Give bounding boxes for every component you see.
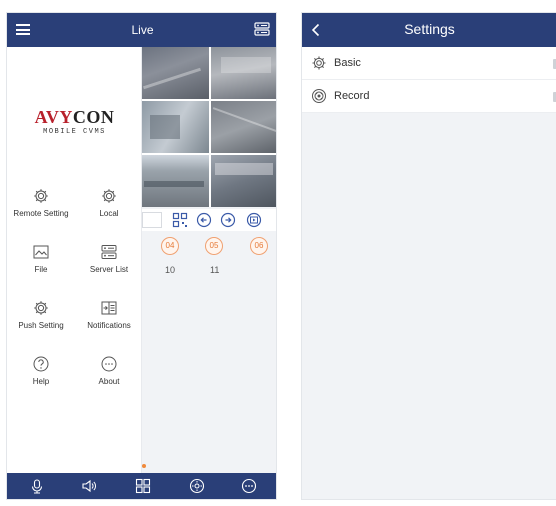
camera-feed[interactable] [211, 155, 276, 207]
playback-icon[interactable] [246, 212, 262, 228]
live-title: Live [131, 23, 154, 37]
screenshot-root: Live 04 05 06 10 11 AVYCON MOBILE CVMS R… [0, 0, 556, 506]
menu-item-server-list[interactable]: Server List [77, 243, 141, 274]
settings-screen: Settings Basic Record [301, 12, 556, 500]
settings-item-label: Record [334, 90, 370, 102]
menu-item-label: File [34, 265, 48, 274]
video-grid [142, 47, 276, 207]
settings-item-label: Basic [334, 57, 361, 69]
settings-list: Basic Record [302, 47, 556, 113]
page-indicator-dot [142, 464, 146, 468]
more-icon[interactable] [241, 478, 257, 494]
menu-item-local[interactable]: Local [77, 187, 141, 218]
menu-item-push-setting[interactable]: Push Setting [9, 299, 73, 330]
about-icon [101, 356, 117, 372]
menu-item-label: Help [32, 377, 50, 386]
menu-item-notifications[interactable]: Notifications [77, 299, 141, 330]
menu-item-about[interactable]: About [77, 355, 141, 386]
gear-icon [102, 189, 116, 203]
menu-item-label: Push Setting [18, 321, 64, 330]
channel-number-row: 10 11 [142, 265, 276, 279]
settings-header: Settings [302, 13, 556, 47]
camera-feed[interactable] [142, 155, 209, 207]
camera-feed[interactable] [142, 47, 209, 99]
menu-item-remote-setting[interactable]: Remote Setting [9, 187, 73, 218]
logo-subtitle: MOBILE CVMS [43, 128, 106, 136]
camera-feed[interactable] [142, 101, 209, 153]
arrow-left-icon[interactable] [196, 212, 212, 228]
channel-number: 10 [165, 265, 176, 275]
ptz-toolbar [142, 209, 276, 231]
gear-icon [312, 56, 326, 70]
ptz-icon[interactable] [189, 478, 205, 494]
menu-item-help[interactable]: Help [9, 355, 73, 386]
settings-item-basic[interactable]: Basic [302, 47, 556, 80]
channel-badge[interactable]: 06 [250, 237, 268, 255]
channel-number: 11 [210, 265, 220, 275]
channel-row: 04 05 06 [142, 235, 276, 257]
arrow-right-icon[interactable] [220, 212, 236, 228]
server-list-icon[interactable] [254, 21, 270, 37]
live-header: Live [7, 13, 276, 47]
bottom-toolbar [7, 473, 276, 499]
microphone-icon[interactable] [29, 478, 45, 494]
live-screen: Live 04 05 06 10 11 AVYCON MOBILE CVMS R… [6, 12, 277, 500]
image-file-icon [33, 245, 49, 259]
grid-layout-icon[interactable] [135, 478, 151, 494]
menu-item-label: Local [99, 209, 119, 218]
logo-mark: AVYCON [7, 107, 142, 128]
speaker-icon[interactable] [81, 478, 97, 494]
camera-feed[interactable] [211, 101, 276, 153]
avycon-logo: AVYCON MOBILE CVMS [7, 107, 142, 136]
settings-item-record[interactable]: Record [302, 80, 556, 113]
server-list-icon [101, 245, 117, 259]
notifications-icon [101, 301, 117, 315]
menu-item-file[interactable]: File [9, 243, 73, 274]
help-icon [33, 356, 49, 372]
qr-code-icon[interactable] [172, 212, 188, 228]
channel-badge[interactable]: 05 [205, 237, 223, 255]
gear-icon [34, 301, 48, 315]
record-icon [312, 89, 326, 103]
menu-item-label: Notifications [87, 321, 131, 330]
channel-badge[interactable]: 04 [161, 237, 179, 255]
settings-title: Settings [404, 21, 455, 37]
preset-input[interactable] [142, 212, 162, 228]
logo-brand-suffix: CON [72, 107, 115, 127]
gear-icon [34, 189, 48, 203]
logo-brand-prefix: AVY [34, 107, 73, 127]
side-drawer: AVYCON MOBILE CVMS Remote Setting Local … [7, 47, 142, 475]
menu-item-label: Remote Setting [13, 209, 69, 218]
menu-item-label: About [98, 377, 120, 386]
camera-feed[interactable] [211, 47, 276, 99]
menu-item-label: Server List [89, 265, 129, 274]
